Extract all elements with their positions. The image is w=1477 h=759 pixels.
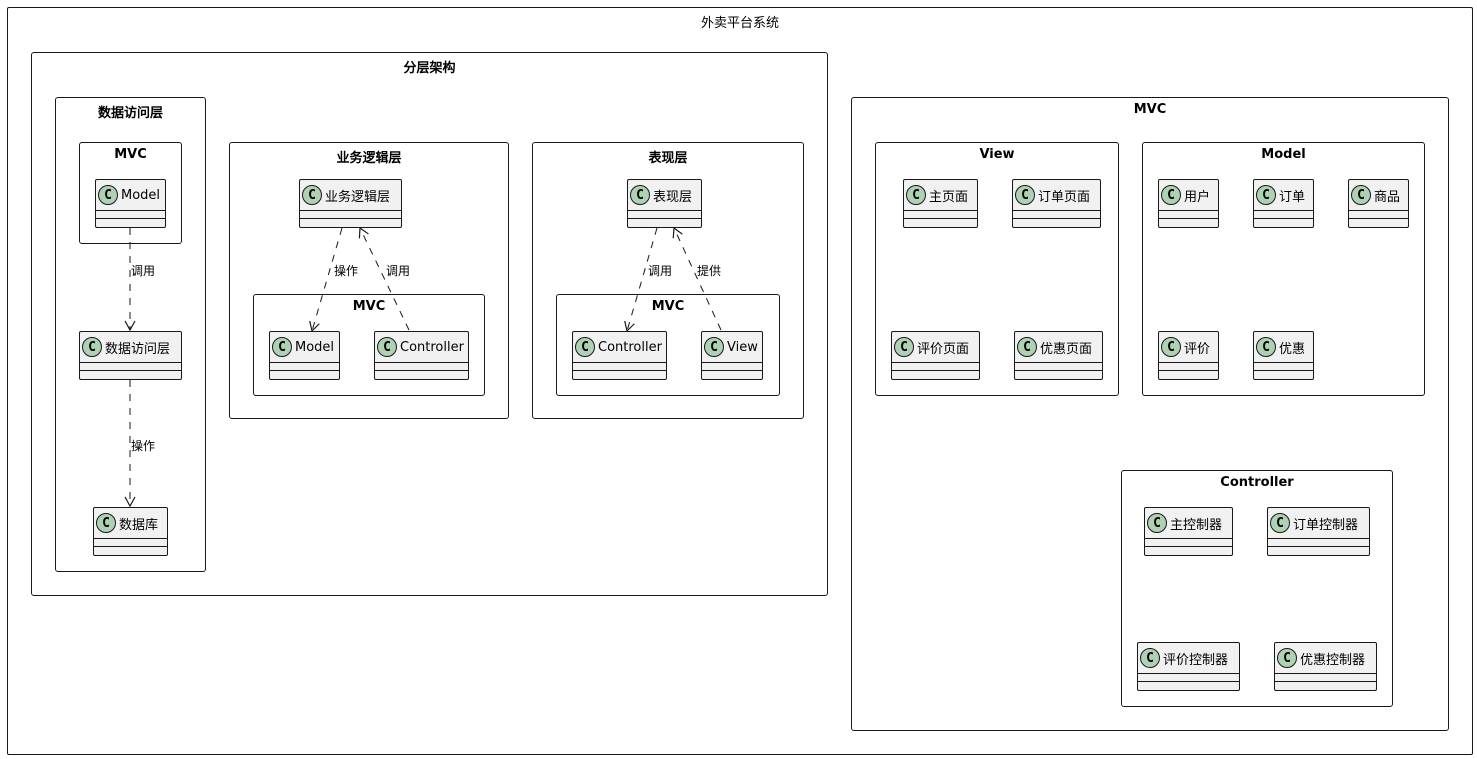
class-icon: C [377,337,397,357]
class-name: 业务逻辑层 [325,189,391,205]
class-order-page[interactable]: C 订单页面 [1012,179,1101,228]
class-name: Model [121,187,161,203]
class-name: 订单 [1279,189,1306,205]
class-main-controller[interactable]: C 主控制器 [1144,507,1233,556]
class-icon: C [1161,185,1181,205]
class-name: Model [295,339,335,355]
edge-label-business-operate: 操作 [334,264,359,278]
class-name: 订单控制器 [1293,517,1359,533]
class-name: 订单页面 [1038,189,1091,205]
class-name: 优惠控制器 [1300,652,1366,668]
class-name: 数据库 [119,517,159,533]
class-icon: C [1351,185,1371,205]
class-order[interactable]: C 订单 [1253,179,1314,228]
edge-business-call [358,226,410,331]
class-name: 优惠页面 [1040,341,1093,357]
class-data-model[interactable]: C Model [95,179,166,228]
class-business[interactable]: C 业务逻辑层 [299,179,402,228]
class-icon: C [302,185,322,205]
class-icon: C [1256,337,1276,357]
edge-presentation-provide [672,226,722,331]
class-main-page[interactable]: C 主页面 [903,179,978,228]
class-icon: C [1277,648,1297,668]
class-name: 主页面 [929,189,969,205]
class-icon: C [272,337,292,357]
class-name: Controller [598,339,662,355]
class-icon: C [894,337,914,357]
class-presentation-controller[interactable]: C Controller [572,331,667,380]
class-promo-page[interactable]: C 优惠页面 [1014,331,1103,380]
class-icon: C [1161,337,1181,357]
class-promo-controller[interactable]: C 优惠控制器 [1274,642,1377,691]
edge-label-data-call: 调用 [131,264,156,278]
class-name: 用户 [1184,189,1211,205]
class-name: 表现层 [653,189,693,205]
class-name: View [727,339,758,355]
edge-label-business-call: 调用 [386,264,411,278]
class-icon: C [96,513,116,533]
class-icon: C [575,337,595,357]
class-icon: C [906,185,926,205]
edge-label-presentation-call: 调用 [648,264,673,278]
class-name: 数据访问层 [105,341,171,357]
class-name: 评价控制器 [1163,652,1229,668]
class-database[interactable]: C 数据库 [93,507,168,556]
class-name: 评价页面 [917,341,970,357]
class-user[interactable]: C 用户 [1158,179,1219,228]
class-data-access[interactable]: C 数据访问层 [79,331,182,380]
class-review[interactable]: C 评价 [1158,331,1219,380]
class-name: 评价 [1184,341,1211,357]
class-icon: C [630,185,650,205]
edge-label-presentation-provide: 提供 [697,264,722,278]
class-icon: C [1147,513,1167,533]
class-icon: C [1256,185,1276,205]
class-name: 优惠 [1279,341,1306,357]
class-presentation[interactable]: C 表现层 [627,179,702,228]
edge-business-operate [309,227,343,333]
class-review-controller[interactable]: C 评价控制器 [1137,642,1240,691]
class-review-page[interactable]: C 评价页面 [891,331,980,380]
class-order-controller[interactable]: C 订单控制器 [1267,507,1370,556]
class-name: 主控制器 [1170,517,1223,533]
edge-label-data-operate: 操作 [131,439,156,453]
class-icon: C [1015,185,1035,205]
class-icon: C [1270,513,1290,533]
class-icon: C [704,337,724,357]
class-name: Controller [400,339,464,355]
class-product[interactable]: C 商品 [1348,179,1409,228]
class-icon: C [82,337,102,357]
edge-presentation-call [624,227,658,333]
class-presentation-view[interactable]: C View [701,331,763,380]
class-business-model[interactable]: C Model [269,331,340,380]
class-icon: C [1017,337,1037,357]
class-promo[interactable]: C 优惠 [1253,331,1314,380]
class-business-controller[interactable]: C Controller [374,331,469,380]
class-icon: C [1140,648,1160,668]
class-name: 商品 [1374,189,1401,205]
class-icon: C [98,185,118,205]
